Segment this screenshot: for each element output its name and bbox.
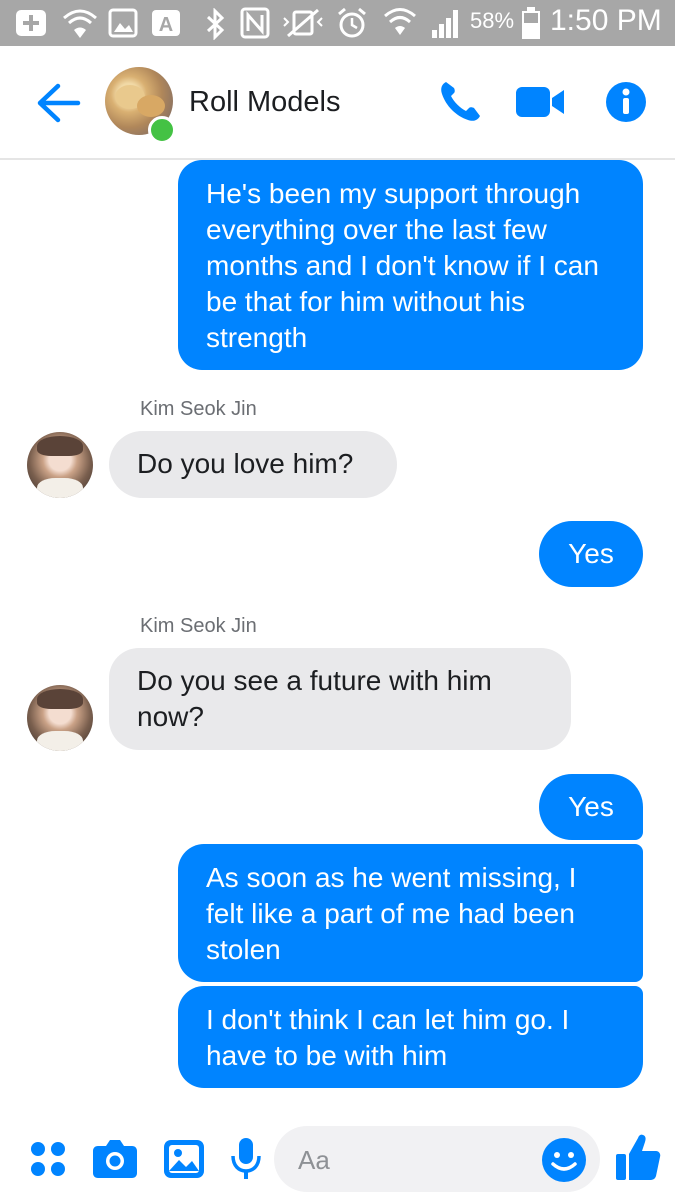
add-notification-icon	[16, 10, 46, 36]
thumbs-up-icon[interactable]	[614, 1132, 662, 1182]
signal-icon	[432, 10, 458, 38]
outgoing-message-bubble[interactable]: He's been my support through everything …	[178, 160, 643, 370]
camera-icon[interactable]	[92, 1138, 138, 1178]
outgoing-message-bubble[interactable]: Yes	[539, 774, 643, 840]
info-icon[interactable]	[604, 80, 648, 124]
avatar-collar	[37, 478, 83, 498]
phone-call-icon[interactable]	[436, 78, 484, 126]
gallery-icon[interactable]	[162, 1138, 206, 1180]
conversation-title[interactable]: Roll Models	[189, 86, 341, 119]
sender-avatar[interactable]	[27, 685, 93, 751]
outgoing-message-bubble[interactable]: As soon as he went missing, I felt like …	[178, 844, 643, 982]
wifi-call-icon	[63, 9, 97, 38]
message-composer	[0, 1110, 675, 1200]
font-app-icon: A	[152, 10, 180, 36]
battery-icon	[522, 7, 540, 39]
battery-percentage: 58%	[470, 8, 515, 33]
incoming-message-bubble[interactable]: Do you love him?	[109, 431, 397, 498]
avatar-bread-roll	[137, 95, 165, 117]
message-sender-name: Kim Seok Jin	[140, 615, 257, 637]
video-call-icon[interactable]	[514, 84, 566, 120]
message-input[interactable]	[296, 1140, 540, 1180]
online-status-indicator	[148, 116, 176, 144]
outgoing-message-bubble[interactable]: I don't think I can let him go. I have t…	[178, 986, 643, 1088]
wifi-icon	[384, 8, 416, 35]
bluetooth-icon	[206, 8, 225, 40]
back-arrow-icon[interactable]	[34, 80, 84, 126]
more-options-icon[interactable]	[28, 1139, 68, 1179]
svg-text:A: A	[159, 14, 173, 36]
incoming-message-bubble[interactable]: Do you see a future with him now?	[109, 648, 571, 750]
outgoing-message-bubble[interactable]: Yes	[539, 521, 643, 587]
avatar-collar	[37, 731, 83, 751]
microphone-icon[interactable]	[230, 1136, 262, 1182]
emoji-icon[interactable]	[540, 1136, 588, 1184]
avatar-hair	[37, 689, 83, 709]
status-bar: A 58% 1:50 PM	[0, 0, 675, 46]
status-time: 1:50 PM	[550, 4, 662, 37]
sender-avatar[interactable]	[27, 432, 93, 498]
avatar-hair	[37, 436, 83, 456]
gallery-notification-icon	[108, 8, 138, 38]
vibrate-mute-icon	[283, 8, 323, 38]
message-input-field[interactable]	[274, 1126, 600, 1192]
alarm-icon	[338, 7, 366, 38]
nfc-icon	[240, 7, 270, 39]
conversation-header: Roll Models	[0, 46, 675, 160]
message-sender-name: Kim Seok Jin	[140, 398, 257, 420]
